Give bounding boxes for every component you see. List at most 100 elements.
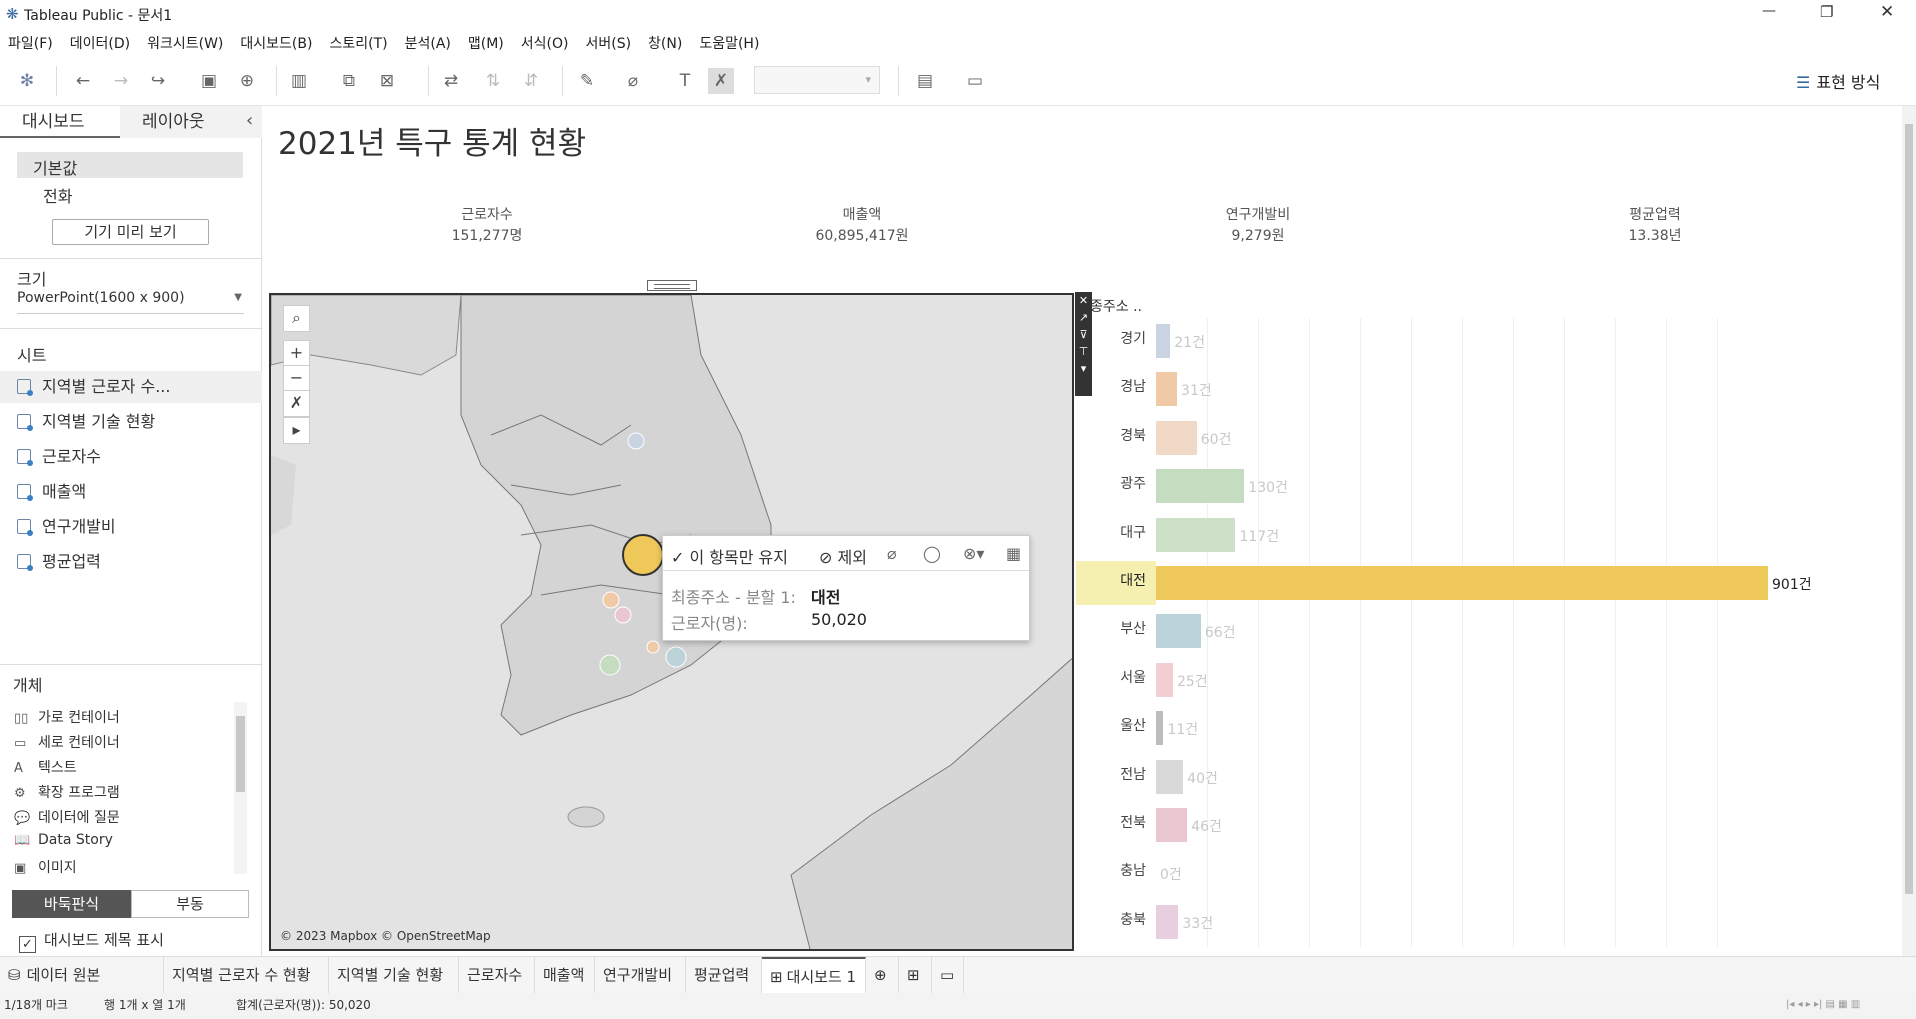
tab-regional-workers[interactable]: 지역별 근로자 수 현황 (164, 957, 329, 994)
menu-dashboard[interactable]: 대시보드(B) (232, 29, 321, 53)
menu-file[interactable]: 파일(F) (0, 29, 62, 53)
collapse-panel-icon[interactable]: ‹ (246, 110, 253, 131)
presentation-mode-icon[interactable]: ▭ (962, 68, 988, 94)
bar-row[interactable]: 충북 33건 (1076, 899, 1866, 939)
tab-data-source[interactable]: ⛁ 데이터 원본 (0, 957, 164, 994)
keep-only-button[interactable]: ✓ 이 항목만 유지 (671, 544, 788, 568)
sheet-nav-icons[interactable]: |◂ ◂ ▸ ▸| ▤ ▦ ▥ (1786, 993, 1860, 1017)
object-extension[interactable]: ⚙ 확장 프로그램 (14, 782, 120, 802)
sheet-item-sales[interactable]: 매출액 (17, 476, 257, 508)
view-data-icon[interactable]: ▦ (1006, 544, 1021, 563)
label-text-icon[interactable]: T (672, 68, 698, 94)
sheet-item-rnd[interactable]: 연구개발비 (17, 511, 257, 543)
menu-help[interactable]: 도움말(H) (691, 29, 768, 53)
object-image[interactable]: ▣ 이미지 (14, 857, 77, 877)
bar-chart-header[interactable]: 종주소 .. (1090, 296, 1142, 316)
bar[interactable] (1156, 324, 1171, 358)
sort-ascending-icon[interactable]: ⇅ (480, 68, 506, 94)
tab-rnd[interactable]: 연구개발비 (595, 957, 686, 994)
tab-workers[interactable]: 근로자수 (459, 957, 535, 994)
close-window-button[interactable]: ✕ (1880, 2, 1894, 22)
reset-map-button[interactable]: ✗ (283, 390, 310, 417)
bar-row[interactable]: 전남 40건 (1076, 754, 1866, 794)
minimize-button[interactable]: — (1762, 3, 1776, 19)
tab-layout[interactable]: 레이아웃 (120, 106, 262, 138)
bar-row[interactable]: 광주 130건 (1076, 463, 1866, 504)
fit-dropdown[interactable]: ▾ (754, 66, 880, 94)
create-set-icon[interactable]: ◯ (923, 544, 941, 563)
group-icon[interactable]: ⌀ (620, 68, 646, 94)
bar-row[interactable]: 부산 66건 (1076, 608, 1866, 649)
show-cards-icon[interactable]: ▤ (912, 68, 938, 94)
bar[interactable] (1156, 517, 1236, 552)
menu-analysis[interactable]: 분석(A) (397, 29, 460, 53)
move-container-handle[interactable] (647, 280, 697, 291)
menu-worksheet[interactable]: 워크시트(W) (139, 29, 232, 53)
zoom-in-button[interactable]: + (283, 340, 310, 367)
bar-row[interactable]: 대전 901건 (1076, 560, 1866, 605)
tab-dashboard-1[interactable]: ⊞ 대시보드 1 (762, 957, 866, 994)
new-worksheet-tab[interactable]: ⊕ (866, 957, 899, 994)
bar[interactable] (1156, 469, 1245, 504)
menu-map[interactable]: 맵(M) (460, 29, 513, 53)
bar[interactable] (1156, 759, 1184, 794)
highlight-icon[interactable]: ✎ (574, 68, 600, 94)
layout-floating-button[interactable]: 부동 (131, 890, 249, 918)
scrollbar-thumb[interactable] (236, 716, 245, 792)
bar[interactable] (1156, 614, 1201, 649)
undo-icon[interactable]: ← (70, 68, 96, 94)
object-data-story[interactable]: 📖 Data Story (14, 832, 113, 848)
maximize-button[interactable]: ❐ (1820, 3, 1833, 21)
fix-axes-icon[interactable]: ✗ (708, 68, 734, 94)
dashboard-scrollbar[interactable] (1902, 106, 1916, 956)
bar[interactable] (1156, 372, 1178, 407)
save-icon[interactable]: ▣ (196, 68, 222, 94)
scrollbar-thumb[interactable] (1905, 124, 1913, 894)
bar-row[interactable]: 서울 25건 (1076, 657, 1866, 697)
sheet-item-regional-workers[interactable]: 지역별 근로자 수... (17, 371, 257, 403)
zoom-out-button[interactable]: − (283, 365, 310, 392)
layout-tiled-button[interactable]: 바둑판식 (12, 890, 131, 918)
menu-server[interactable]: 서버(S) (577, 29, 640, 53)
bar[interactable] (1156, 808, 1188, 842)
kpi-avg-years[interactable]: 평균업력 13.38년 (1535, 205, 1775, 247)
bar[interactable] (1156, 566, 1768, 600)
bar[interactable] (1156, 420, 1197, 455)
exclude-button[interactable]: ⊘ 제외 (819, 544, 867, 568)
bar-row[interactable]: 경남 31건 (1076, 366, 1866, 407)
bar-row[interactable]: 충남 0건 (1076, 850, 1866, 890)
kpi-rnd[interactable]: 연구개발비 9,279원 (1138, 205, 1378, 247)
object-text[interactable]: A 텍스트 (14, 757, 77, 777)
bar-row[interactable]: 경북 60건 (1076, 415, 1866, 455)
object-ask-data[interactable]: 💬 데이터에 질문 (14, 807, 120, 827)
map-toolbar-expand[interactable]: ▸ (283, 417, 310, 444)
device-phone[interactable]: 전화 (43, 183, 72, 207)
map-search-button[interactable]: ⌕ (283, 305, 310, 332)
show-title-checkbox[interactable]: ✓ 대시보드 제목 표시 (19, 929, 164, 953)
duplicate-icon[interactable]: ⧉ (336, 68, 362, 94)
device-preview-button[interactable]: 기기 미리 보기 (52, 219, 209, 245)
bar[interactable] (1156, 711, 1164, 746)
size-dropdown[interactable]: PowerPoint(1600 x 900) ▼ (17, 290, 244, 314)
device-default[interactable]: 기본값 (17, 152, 243, 178)
tableau-home-icon[interactable]: ✻ (14, 68, 40, 94)
menu-format[interactable]: 서식(O) (513, 29, 578, 53)
bar-row[interactable]: 전북 46건 (1076, 802, 1866, 842)
group-members-icon[interactable]: ⌀ (887, 544, 897, 563)
new-dashboard-tab[interactable]: ⊞ (899, 957, 932, 994)
bar-row[interactable]: 울산 11건 (1076, 705, 1866, 746)
clear-sheet-icon[interactable]: ⊠ (374, 68, 400, 94)
bar-row[interactable]: 경기 21건 (1076, 318, 1866, 358)
map-attribution[interactable]: © 2023 Mapbox © OpenStreetMap (280, 929, 491, 943)
tab-sales[interactable]: 매출액 (535, 957, 595, 994)
tab-regional-tech[interactable]: 지역별 기술 현황 (329, 957, 459, 994)
menu-window[interactable]: 창(N) (640, 29, 691, 53)
tab-dashboard[interactable]: 대시보드 (0, 106, 126, 138)
sheet-item-regional-tech[interactable]: 지역별 기술 현황 (17, 406, 257, 438)
new-datasource-icon[interactable]: ⊕ (234, 68, 260, 94)
object-vertical-container[interactable]: ▭ 세로 컨테이너 (14, 732, 120, 752)
redo-icon[interactable]: → (108, 68, 134, 94)
kpi-workers[interactable]: 근로자수 151,277명 (367, 205, 607, 247)
tab-avg-years[interactable]: 평균업력 (686, 957, 762, 994)
menu-data[interactable]: 데이터(D) (62, 29, 139, 53)
